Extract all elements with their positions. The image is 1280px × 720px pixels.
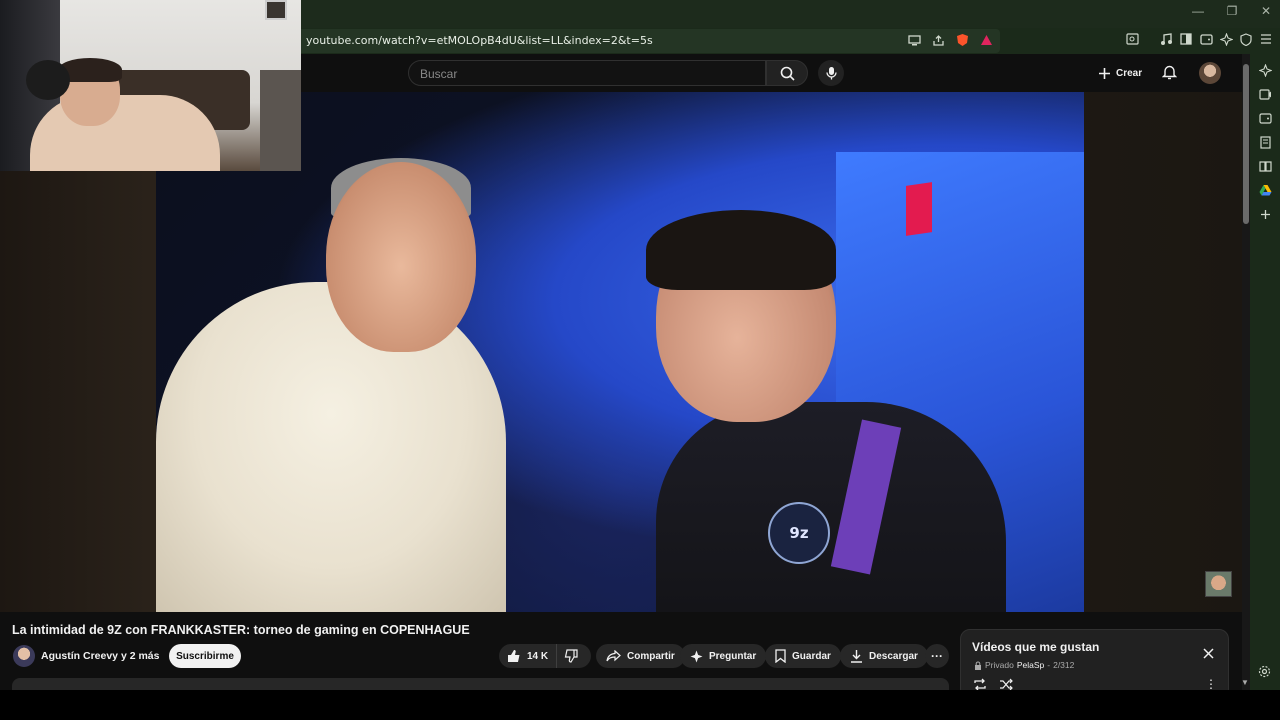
voice-search-button[interactable] xyxy=(818,60,844,86)
cast-icon[interactable] xyxy=(906,32,922,48)
person-left-sweater xyxy=(156,282,506,612)
brave-rewards-icon[interactable] xyxy=(978,32,994,48)
channel-avatar[interactable] xyxy=(13,645,35,667)
thumbs-up-icon xyxy=(508,650,520,662)
person-left-head xyxy=(326,162,476,352)
scroll-down-arrow-icon[interactable]: ▼ xyxy=(1241,678,1249,687)
minimize-button[interactable]: — xyxy=(1192,4,1204,18)
search-placeholder: Buscar xyxy=(420,67,458,81)
taskbar-strip xyxy=(0,690,1280,720)
url-field[interactable]: youtube.com/watch?v=etMOLOpB4dU&list=LL&… xyxy=(296,29,1000,53)
playlist-position: 2/312 xyxy=(1053,660,1075,670)
thumbs-down-icon xyxy=(564,649,578,663)
plus-icon xyxy=(1099,67,1110,79)
notifications-bell-icon[interactable] xyxy=(1161,64,1178,85)
menu-icon[interactable] xyxy=(1258,31,1274,47)
page-scrollbar-thumb[interactable] xyxy=(1243,64,1249,224)
download-label: Descargar xyxy=(869,650,918,662)
vpn-shield-icon[interactable] xyxy=(1238,31,1254,47)
download-icon xyxy=(851,650,862,663)
playlist-panel: Vídeos que me gustan Privado PelaSp - 2/… xyxy=(960,629,1229,699)
subscribe-button[interactable]: Suscribirme xyxy=(169,644,241,668)
reading-list-icon[interactable] xyxy=(1257,158,1273,174)
add-sidebar-item-icon[interactable] xyxy=(1257,206,1273,222)
wallet-sidebar-icon[interactable] xyxy=(1257,110,1273,126)
download-button[interactable]: Descargar xyxy=(840,644,928,668)
leo-ai-icon[interactable] xyxy=(1218,31,1234,47)
ask-button[interactable]: Preguntar xyxy=(680,644,767,668)
red-logo-shape xyxy=(906,182,932,236)
account-avatar[interactable] xyxy=(1199,62,1221,84)
create-button[interactable]: Crear xyxy=(1098,62,1142,84)
video-title: La intimidad de 9Z con FRANKKASTER: torn… xyxy=(12,623,470,637)
url-text: youtube.com/watch?v=etMOLOpB4dU&list=LL&… xyxy=(306,34,653,47)
sparkle-icon xyxy=(690,650,703,662)
share-page-icon[interactable] xyxy=(930,32,946,48)
wallet-icon[interactable] xyxy=(1198,31,1214,47)
team-logo-badge: 9z xyxy=(768,502,830,564)
save-label: Guardar xyxy=(792,650,831,662)
playlist-separator: - xyxy=(1047,660,1051,670)
ask-label: Preguntar xyxy=(709,650,757,662)
close-icon[interactable] xyxy=(1203,646,1214,662)
search-icon xyxy=(780,66,795,81)
share-button[interactable]: Compartir xyxy=(596,644,685,668)
tab-search-icon[interactable] xyxy=(1124,31,1140,47)
webcam-furniture xyxy=(260,70,301,171)
share-arrow-icon xyxy=(606,650,621,662)
browser-sidebar xyxy=(1250,54,1280,690)
more-actions-button[interactable]: ··· xyxy=(925,644,949,668)
brave-shield-icon[interactable] xyxy=(954,32,970,48)
playlist-subtitle: Privado PelaSp - 2/312 xyxy=(974,660,1074,670)
sidebar-settings-gear-icon[interactable] xyxy=(1258,665,1271,681)
webcam-person-body xyxy=(30,95,220,171)
bookmarks-icon[interactable] xyxy=(1257,134,1273,150)
microphone-icon xyxy=(825,67,837,80)
dislike-button[interactable] xyxy=(557,644,585,668)
person-right-hair xyxy=(646,210,836,290)
like-count: 14 K xyxy=(527,650,549,662)
sidebar-toggle-icon[interactable] xyxy=(1178,31,1194,47)
ellipsis-icon: ··· xyxy=(931,649,943,663)
window-controls: — ❐ ✕ xyxy=(1192,4,1272,18)
bookmark-icon xyxy=(775,649,786,663)
browser-toolbar xyxy=(1124,31,1274,47)
save-button[interactable]: Guardar xyxy=(765,644,841,668)
like-dislike-group: 14 K xyxy=(499,644,591,668)
leo-sidebar-icon[interactable] xyxy=(1257,62,1273,78)
playlist-privacy: Privado xyxy=(985,660,1014,670)
channel-watermark[interactable] xyxy=(1205,571,1232,597)
playlist-owner[interactable]: PelaSp xyxy=(1017,660,1044,670)
webcam-cap xyxy=(26,60,70,100)
talk-icon[interactable] xyxy=(1257,86,1273,102)
person-right-jacket xyxy=(656,402,1006,612)
share-label: Compartir xyxy=(627,650,675,662)
restore-button[interactable]: ❐ xyxy=(1226,4,1238,18)
create-label: Crear xyxy=(1116,67,1143,79)
channel-name[interactable]: Agustín Creevy y 2 más xyxy=(41,650,159,662)
google-drive-icon[interactable] xyxy=(1257,182,1273,198)
search-button[interactable] xyxy=(766,60,808,86)
playlist-title[interactable]: Vídeos que me gustan xyxy=(972,640,1099,654)
search-input[interactable]: Buscar xyxy=(408,60,766,86)
like-button[interactable]: 14 K xyxy=(499,644,558,668)
webcam-wall-frame xyxy=(265,0,287,20)
playlist-more-icon[interactable]: ⋮ xyxy=(1205,677,1217,691)
webcam-overlay xyxy=(0,0,301,171)
lock-icon xyxy=(975,661,981,670)
close-window-button[interactable]: ✕ xyxy=(1260,4,1272,18)
music-icon[interactable] xyxy=(1158,31,1174,47)
